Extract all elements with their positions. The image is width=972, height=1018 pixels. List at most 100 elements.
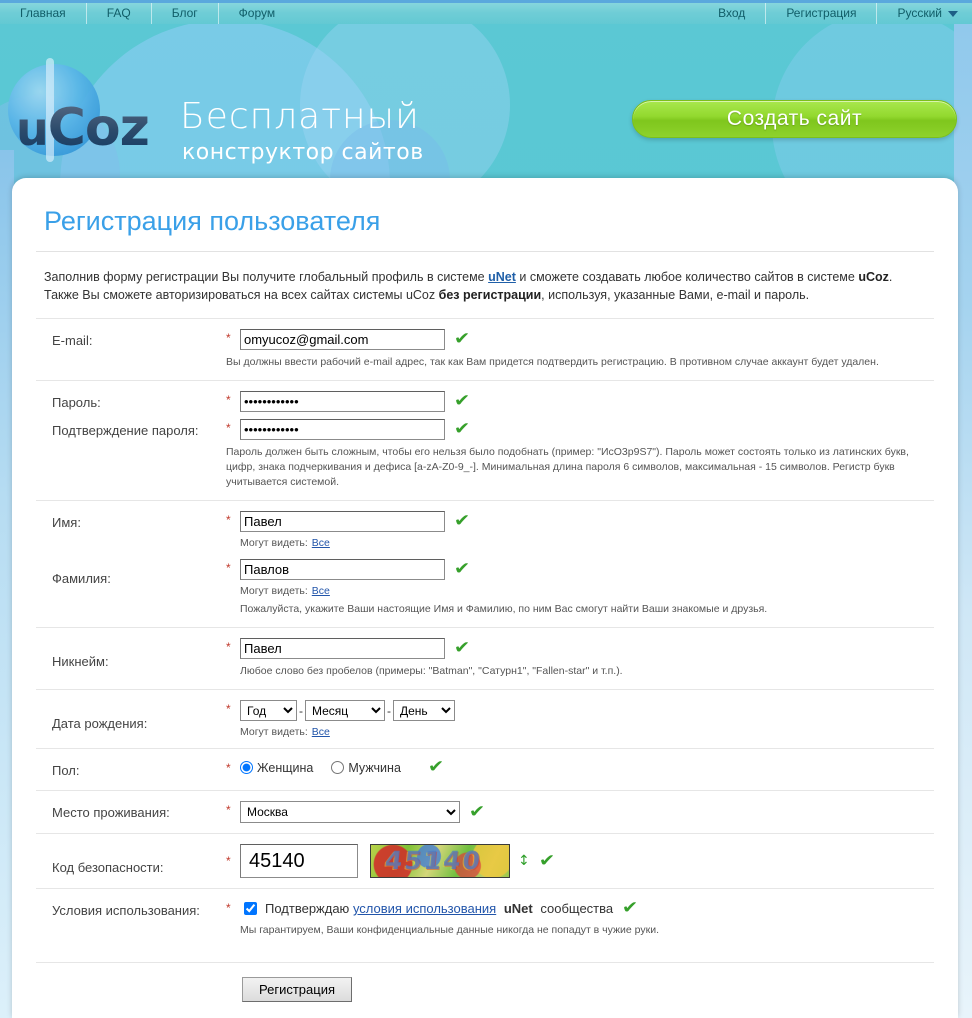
gender-option-male[interactable]: Мужчина (331, 761, 401, 775)
email-field-group: * ✔ Вы должны ввести рабочий e-mail адре… (226, 329, 934, 370)
required-marker: * (226, 803, 231, 817)
slogan-line-2: конструктор сайтов (182, 140, 424, 165)
captcha-input-line: * 45140 ↕ ✔ (226, 844, 934, 878)
password-input-line: * ✔ (226, 391, 934, 412)
city-select[interactable]: Москва (240, 801, 460, 823)
captcha-image-text: 45140 (383, 846, 484, 875)
registration-card: Регистрация пользователя Заполнив форму … (12, 178, 958, 1018)
required-marker: * (226, 901, 231, 915)
names-hint: Пожалуйста, укажите Ваши настоящие Имя и… (240, 603, 768, 615)
logo-coz: Coz (47, 98, 149, 158)
create-site-button[interactable]: Создать сайт (632, 100, 957, 138)
refresh-captcha-icon[interactable]: ↕ (518, 854, 530, 868)
nickname-label: Никнейм: (52, 654, 109, 669)
password-label: Пароль: (52, 395, 101, 410)
firstname-label: Имя: (52, 515, 81, 530)
birth-month-select[interactable]: Месяц (305, 700, 385, 721)
password-input[interactable] (240, 391, 445, 412)
birthdate-visibility-label: Могут видеть: (240, 726, 308, 738)
nickname-input-line: * ✔ (226, 638, 934, 659)
email-label: E-mail: (52, 333, 93, 348)
gender-radio-group: Женщина Мужчина (240, 761, 419, 775)
birth-year-select[interactable]: Год (240, 700, 297, 721)
form-row-names: Имя: Фамилия: * ✔ Могут видеть: Все * ✔ М… (36, 500, 934, 627)
language-label: Русский (897, 6, 942, 20)
required-marker: * (226, 640, 231, 654)
birthdate-visibility-row: Могут видеть: Все (240, 726, 934, 738)
valid-check-icon: ✔ (453, 391, 471, 411)
intro-text-2: и сможете создавать любое количество сай… (515, 270, 859, 284)
gender-field-group: * Женщина Мужчина ✔ (226, 759, 934, 776)
nav-link-faq[interactable]: FAQ (87, 3, 152, 24)
form-row-terms: Условия использования: * Подтверждаю усл… (36, 888, 934, 948)
intro-paragraph: Заполнив форму регистрации Вы получите г… (44, 268, 924, 304)
gender-options-line: * Женщина Мужчина ✔ (226, 759, 934, 776)
required-marker: * (226, 421, 231, 435)
email-input[interactable] (240, 329, 445, 350)
captcha-input[interactable] (240, 844, 358, 878)
password-confirm-input-line: * ✔ (226, 419, 934, 440)
lastname-label: Фамилия: (52, 571, 111, 586)
firstname-input[interactable] (240, 511, 445, 532)
form-row-birthdate: Дата рождения: * Год - Месяц - День Могу… (36, 689, 934, 748)
terms-prefix: Подтверждаю (265, 901, 350, 916)
gender-label: Пол: (52, 763, 80, 778)
firstname-visibility-link[interactable]: Все (312, 537, 330, 549)
valid-check-icon: ✔ (538, 850, 556, 871)
terms-agreement: Подтверждаю условия использования uNet с… (240, 899, 613, 918)
unet-link[interactable]: uNet (488, 270, 516, 284)
gender-female-label: Женщина (257, 760, 314, 775)
nav-link-register[interactable]: Регистрация (766, 3, 878, 24)
terms-checkbox[interactable] (244, 902, 257, 915)
nickname-hint: Любое слово без пробелов (примеры: "Batm… (240, 665, 623, 677)
city-label: Место проживания: (52, 805, 170, 820)
register-submit-button[interactable]: Регистрация (242, 977, 352, 1002)
required-marker: * (226, 561, 231, 575)
valid-check-icon: ✔ (468, 801, 486, 822)
gender-radio-female[interactable] (240, 761, 253, 774)
valid-check-icon: ✔ (427, 757, 445, 777)
form-row-email: E-mail: * ✔ Вы должны ввести рабочий e-m… (36, 318, 934, 380)
birthdate-label: Дата рождения: (52, 716, 148, 731)
lastname-input[interactable] (240, 559, 445, 580)
birthdate-separator: - (299, 703, 303, 718)
terms-link[interactable]: условия использования (353, 901, 496, 916)
nav-link-home[interactable]: Главная (0, 3, 87, 24)
lastname-visibility-link[interactable]: Все (312, 585, 330, 597)
top-nav-left-group: Главная FAQ Блог Форум (0, 3, 295, 24)
form-row-nickname: Никнейм: * ✔ Любое слово без пробелов (п… (36, 627, 934, 689)
birthdate-field-group: * Год - Месяц - День Могут видеть: Все (226, 700, 934, 738)
valid-check-icon: ✔ (622, 898, 639, 918)
nickname-input[interactable] (240, 638, 445, 659)
names-field-group: * ✔ Могут видеть: Все * ✔ Могут видеть: Вс… (226, 511, 934, 617)
page-title: Регистрация пользователя (44, 206, 381, 236)
top-nav-right-group: Вход Регистрация Русский (698, 3, 972, 24)
form-row-city: Место проживания: * Москва ✔ (36, 790, 934, 833)
registration-form: E-mail: * ✔ Вы должны ввести рабочий e-m… (36, 318, 934, 1002)
chevron-down-icon (948, 10, 958, 17)
birth-day-select[interactable]: День (393, 700, 455, 721)
intro-text-1: Заполнив форму регистрации Вы получите г… (44, 270, 489, 284)
lastname-visibility-label: Могут видеть: (240, 585, 308, 597)
nav-link-login[interactable]: Вход (698, 3, 767, 24)
ucoz-logo-text[interactable]: uCoz (16, 98, 149, 158)
email-hint: Вы должны ввести рабочий e-mail адрес, т… (226, 356, 879, 368)
password-labels-group: Пароль: Подтверждение пароля: (36, 391, 226, 438)
valid-check-icon: ✔ (453, 329, 471, 349)
gender-option-female[interactable]: Женщина (240, 761, 313, 775)
password-confirm-label: Подтверждение пароля: (52, 423, 199, 438)
form-row-gender: Пол: * Женщина Мужчина ✔ (36, 748, 934, 790)
lastname-visibility-row: Могут видеть: Все (240, 585, 934, 597)
password-confirm-input[interactable] (240, 419, 445, 440)
city-field-group: * Москва ✔ (226, 801, 934, 823)
birthdate-visibility-link[interactable]: Все (312, 726, 330, 738)
captcha-label: Код безопасности: (52, 860, 164, 875)
gender-male-label: Мужчина (348, 760, 401, 775)
nav-link-forum[interactable]: Форум (219, 3, 295, 24)
language-selector[interactable]: Русский (877, 3, 972, 24)
nav-link-blog[interactable]: Блог (152, 3, 219, 24)
form-row-captcha: Код безопасности: * 45140 ↕ ✔ (36, 833, 934, 888)
slogan-line-1: Бесплатный (180, 96, 420, 137)
intro-bold-noreg: без регистрации (438, 288, 542, 302)
gender-radio-male[interactable] (331, 761, 345, 774)
